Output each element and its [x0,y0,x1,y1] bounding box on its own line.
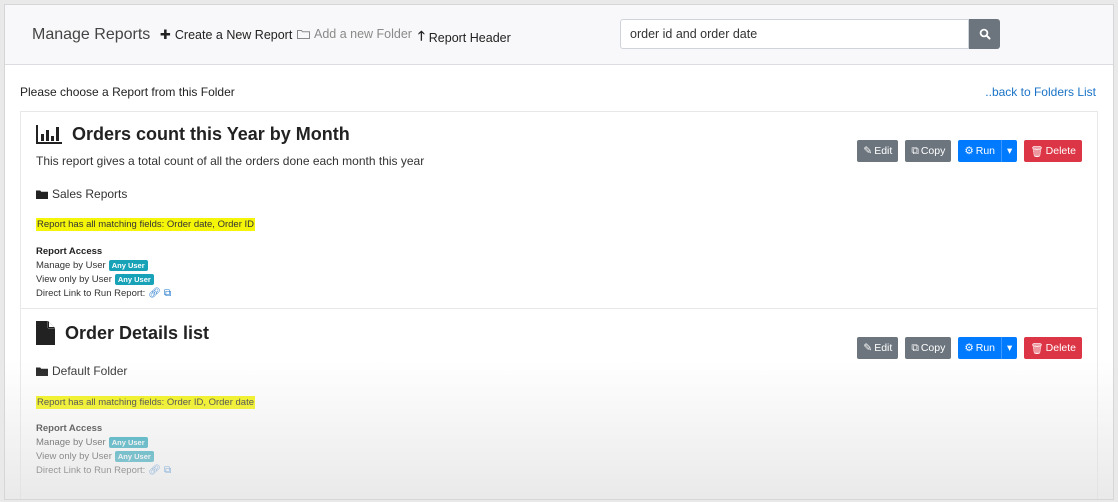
manage-access-label: Manage by User [36,437,106,448]
report-folder: Default Folder [36,364,127,378]
add-folder-label: Add a new Folder [314,27,412,41]
report-access-heading: Report Access [36,246,103,257]
direct-link-label: Direct Link to Run Report: [36,288,146,299]
caret-down-icon: ▾ [1007,342,1013,354]
copy-link-icon[interactable]: ⧉ [164,465,171,476]
delete-button[interactable]: 🗑︎ Delete [1024,140,1082,162]
any-user-badge: Any User [114,274,154,285]
edit-icon: ✎ [863,342,873,354]
any-user-badge: Any User [108,437,148,448]
run-dropdown-toggle[interactable]: ▾ [1001,337,1018,359]
edit-label: Edit [874,145,893,157]
report-header-label: Report Header [428,31,511,45]
copy-icon: ⧉ [911,144,919,157]
edit-icon: ✎ [863,145,873,157]
manage-access-label: Manage by User [36,260,106,271]
report-access-heading: Report Access [36,423,103,434]
copy-button[interactable]: ⧉ Copy [905,140,952,162]
direct-link-line: Direct Link to Run Report: 🔗︎ ⧉ [36,465,171,476]
arrow-up-icon: 🡑 [418,28,425,43]
trash-icon: 🗑︎ [1030,145,1044,158]
folder-outline-icon [297,30,310,39]
report-header-link[interactable]: 🡑 Report Header [418,27,511,49]
plus-icon: ✚ [160,27,171,42]
report-actions: ✎ Edit ⧉ Copy ⚙ Run ▾ 🗑︎ Delete [857,337,1082,359]
search-button[interactable] [969,19,1000,49]
report-card: Orders count this Year by Month This rep… [20,111,1098,309]
report-description: This report gives a total count of all t… [36,154,425,168]
view-access-label: View only by User [36,274,112,285]
edit-button[interactable]: ✎ Edit [857,337,899,359]
create-report-link[interactable]: ✚ Create a New Report [160,27,292,43]
copy-link-icon[interactable]: ⧉ [164,288,171,299]
top-navbar: Manage Reports ✚ Create a New Report Add… [5,5,1113,65]
file-icon [36,321,55,345]
link-icon[interactable]: 🔗︎ [148,465,161,476]
matching-fields-note: Report has all matching fields: Order ID… [36,396,256,409]
report-title-row: Order Details list [36,321,209,345]
matching-fields-note: Report has all matching fields: Order da… [36,218,256,231]
link-icon[interactable]: 🔗︎ [148,288,161,299]
run-button[interactable]: ⚙ Run [958,140,1002,162]
caret-down-icon: ▾ [1007,145,1013,157]
folder-icon [36,190,48,199]
report-title[interactable]: Order Details list [65,323,209,344]
report-title[interactable]: Orders count this Year by Month [72,124,350,145]
back-to-folders-link[interactable]: ..back to Folders List [985,85,1096,99]
copy-label: Copy [920,145,946,157]
report-card: Order Details list Default Folder Report… [20,308,1098,499]
folder-intro-text: Please choose a Report from this Folder [20,85,235,99]
view-access-line: View only by User Any User [36,451,154,462]
search-input[interactable] [620,19,969,49]
edit-button[interactable]: ✎ Edit [857,140,899,162]
report-title-row: Orders count this Year by Month [36,124,350,145]
run-dropdown-toggle[interactable]: ▾ [1001,140,1018,162]
bar-chart-icon [36,125,62,144]
delete-label: Delete [1045,342,1076,354]
gears-icon: ⚙ [964,342,974,354]
page-title: Manage Reports [32,26,151,43]
direct-link-line: Direct Link to Run Report: 🔗︎ ⧉ [36,288,171,299]
report-folder-label: Default Folder [52,364,128,378]
search-icon [979,28,990,40]
report-actions: ✎ Edit ⧉ Copy ⚙ Run ▾ 🗑︎ Delete [857,140,1082,162]
trash-icon: 🗑︎ [1030,342,1044,355]
run-button[interactable]: ⚙ Run [958,337,1002,359]
app-frame: Manage Reports ✚ Create a New Report Add… [4,4,1114,500]
add-folder-link[interactable]: Add a new Folder [297,27,412,41]
any-user-badge: Any User [108,260,148,271]
manage-access-line: Manage by User Any User [36,260,148,271]
delete-button[interactable]: 🗑︎ Delete [1024,337,1082,359]
create-report-label: Create a New Report [174,28,293,42]
run-label: Run [975,342,996,354]
run-split-button: ⚙ Run ▾ [958,140,1018,162]
report-folder: Sales Reports [36,187,127,201]
report-folder-label: Sales Reports [52,187,128,201]
any-user-badge: Any User [114,451,154,462]
run-split-button: ⚙ Run ▾ [958,337,1018,359]
view-access-line: View only by User Any User [36,274,154,285]
edit-label: Edit [874,342,893,354]
manage-access-line: Manage by User Any User [36,437,148,448]
gears-icon: ⚙ [964,145,974,157]
copy-label: Copy [920,342,946,354]
run-label: Run [975,145,996,157]
folder-icon [36,367,48,376]
delete-label: Delete [1045,145,1076,157]
view-access-label: View only by User [36,451,112,462]
direct-link-label: Direct Link to Run Report: [36,465,146,476]
copy-icon: ⧉ [911,341,919,354]
copy-button[interactable]: ⧉ Copy [905,337,952,359]
